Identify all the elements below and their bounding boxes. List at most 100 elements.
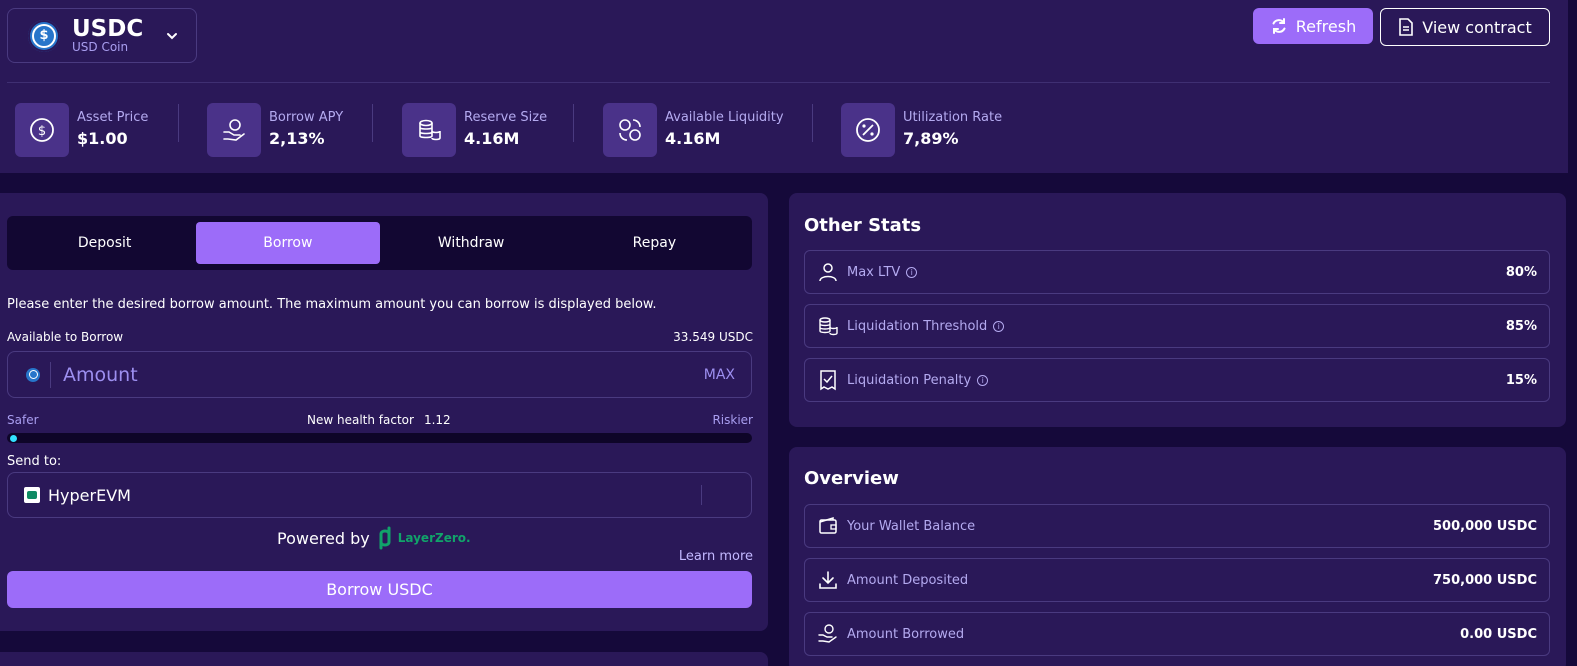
chevron-down-icon (167, 32, 178, 39)
download-icon (817, 569, 839, 591)
powered-by-label: Powered by (277, 528, 370, 548)
secondary-panel (0, 652, 768, 666)
stat-value: 2,13% (269, 129, 325, 148)
row-value: 15% (1505, 372, 1537, 388)
stat-label: Asset Price (77, 110, 149, 125)
powered-by: Powered by LayerZero. (277, 526, 471, 550)
stat-label: Borrow APY (269, 110, 344, 125)
wallet-icon (817, 515, 839, 537)
refresh-icon (1272, 18, 1286, 34)
usdc-logo-icon (26, 367, 40, 382)
stat-divider (178, 104, 179, 142)
borrow-submit-button[interactable]: Borrow USDC (7, 571, 752, 608)
stat-row-liquidation-penalty: Liquidation Penalty i 15% (804, 358, 1550, 402)
amount-field[interactable]: MAX (7, 351, 752, 398)
stat-utilization-rate: Utilization Rate 7,89% (841, 103, 1002, 157)
dollar-icon: $ (15, 103, 69, 157)
safer-label: Safer (7, 413, 39, 427)
borrow-instructions: Please enter the desired borrow amount. … (7, 297, 657, 312)
row-label: Liquidation Threshold (847, 318, 988, 334)
info-icon[interactable]: i (993, 320, 1005, 332)
health-factor-label: New health factor (307, 413, 414, 427)
market-header: $ USDC USD Coin Refresh View contract $ … (0, 0, 1568, 173)
hand-coin-icon (817, 623, 839, 645)
action-tabs: Deposit Borrow Withdraw Repay (7, 216, 752, 270)
stat-asset-price: $ Asset Price $1.00 (15, 103, 148, 157)
refresh-label: Refresh (1295, 16, 1357, 36)
row-value: 85% (1505, 318, 1537, 334)
destination-chain-select[interactable]: HyperEVM (7, 472, 752, 518)
amount-divider (50, 361, 51, 388)
row-value: 0.00 USDC (1460, 626, 1537, 642)
view-contract-label: View contract (1422, 17, 1532, 37)
row-label: Amount Borrowed (847, 626, 965, 642)
layerzero-mark-icon (379, 526, 391, 550)
receipt-icon (817, 369, 839, 391)
tab-borrow[interactable]: Borrow (196, 222, 380, 264)
stat-label: Reserve Size (464, 110, 548, 125)
row-label: Amount Deposited (847, 572, 969, 588)
stat-value: 4.16M (665, 129, 721, 148)
stat-value: 7,89% (903, 129, 959, 148)
health-factor: New health factor 1.12 (307, 413, 451, 427)
layerzero-logo-text: LayerZero. (397, 531, 471, 545)
amount-input[interactable] (63, 363, 704, 386)
destination-chain-name: HyperEVM (48, 485, 131, 505)
row-label: Max LTV (847, 264, 901, 280)
row-label: Your Wallet Balance (847, 518, 976, 534)
user-icon (817, 261, 839, 283)
destination-divider (701, 485, 702, 505)
asset-name: USD Coin (72, 40, 129, 54)
coins-stack-icon (817, 315, 839, 337)
hand-coin-icon (207, 103, 261, 157)
stat-divider (372, 104, 373, 142)
row-value: 80% (1505, 264, 1537, 280)
other-stats-panel: Other Stats Max LTV i 80% Liquidation Th… (789, 193, 1566, 427)
document-icon (1399, 18, 1414, 36)
percent-icon (841, 103, 895, 157)
stat-divider (573, 104, 574, 142)
refresh-button[interactable]: Refresh (1253, 8, 1373, 44)
stat-row-liquidation-threshold: Liquidation Threshold i 85% (804, 304, 1550, 348)
health-factor-value: 1.12 (423, 413, 451, 427)
stat-label: Utilization Rate (903, 110, 1003, 125)
row-value: 500,000 USDC (1433, 518, 1537, 534)
max-button[interactable]: MAX (704, 367, 735, 383)
info-icon[interactable]: i (906, 266, 918, 278)
swap-coins-icon (603, 103, 657, 157)
info-icon[interactable]: i (977, 374, 989, 386)
stat-row-max-ltv: Max LTV i 80% (804, 250, 1550, 294)
overview-row-amount-deposited: Amount Deposited 750,000 USDC (804, 558, 1550, 602)
overview-row-wallet-balance: Your Wallet Balance 500,000 USDC (804, 504, 1550, 548)
tab-deposit[interactable]: Deposit (13, 222, 196, 264)
tab-withdraw[interactable]: Withdraw (380, 222, 563, 264)
layerzero-logo: LayerZero. (378, 526, 471, 550)
usdc-logo-icon: $ (28, 19, 60, 52)
stat-borrow-apy: Borrow APY 2,13% (207, 103, 343, 157)
other-stats-title: Other Stats (804, 215, 922, 236)
asset-selector[interactable]: $ USDC USD Coin (7, 8, 197, 63)
send-to-label: Send to: (7, 454, 62, 469)
tab-repay[interactable]: Repay (563, 222, 746, 264)
stat-label: Available Liquidity (665, 110, 784, 125)
available-to-borrow-value: 33.549 USDC (673, 330, 753, 344)
svg-text:$: $ (38, 124, 46, 139)
riskier-label: Riskier (712, 413, 753, 427)
stat-value: $1.00 (77, 129, 128, 148)
stat-available-liquidity: Available Liquidity 4.16M (603, 103, 784, 157)
overview-title: Overview (804, 468, 899, 489)
available-to-borrow-label: Available to Borrow (7, 330, 124, 344)
borrow-panel: Deposit Borrow Withdraw Repay Please ent… (0, 193, 768, 631)
learn-more-link[interactable]: Learn more (679, 549, 753, 564)
view-contract-button[interactable]: View contract (1380, 8, 1550, 46)
overview-row-amount-borrowed: Amount Borrowed 0.00 USDC (804, 612, 1550, 656)
health-factor-indicator (10, 435, 17, 442)
hyperevm-logo-icon (24, 487, 40, 503)
overview-panel: Overview Your Wallet Balance 500,000 USD… (789, 447, 1566, 666)
row-value: 750,000 USDC (1433, 572, 1537, 588)
header-divider (7, 82, 1550, 83)
health-factor-bar (7, 433, 752, 443)
row-label: Liquidation Penalty (847, 372, 972, 388)
coins-stack-icon (402, 103, 456, 157)
asset-symbol: USDC (72, 16, 144, 42)
